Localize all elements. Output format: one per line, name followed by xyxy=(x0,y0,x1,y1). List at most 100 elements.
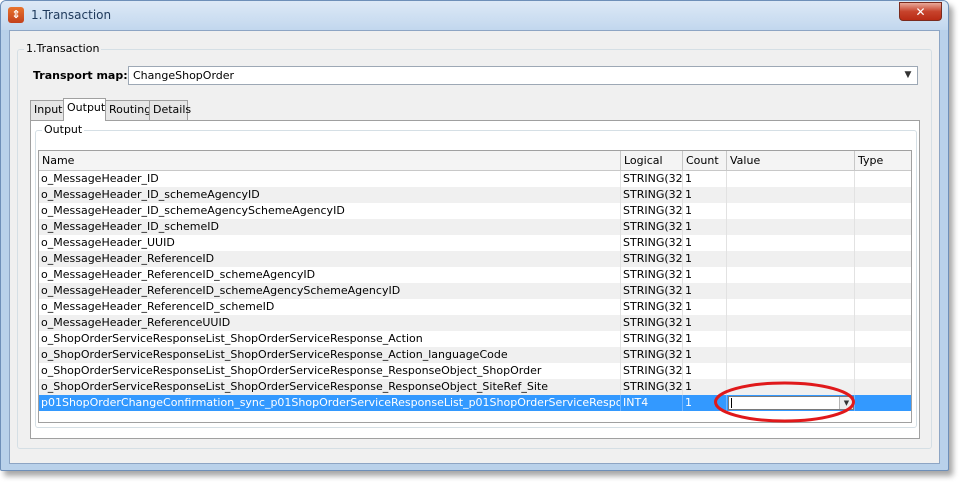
cell-type xyxy=(855,331,911,347)
table-row[interactable]: o_MessageHeader_ID_schemeAgencySchemeAge… xyxy=(39,203,911,219)
output-group-title: Output xyxy=(42,123,85,136)
cell-logical: STRING(32) xyxy=(623,363,683,379)
cell-name: o_MessageHeader_ReferenceID xyxy=(39,251,621,267)
output-grid[interactable]: Name Logical Count Value Type o_MessageH… xyxy=(38,150,912,423)
cell-value[interactable] xyxy=(727,251,855,267)
cell-type xyxy=(855,283,911,299)
column-header-logical[interactable]: Logical xyxy=(621,151,683,170)
table-row[interactable]: o_MessageHeader_ID_schemeAgencyID STRING(… xyxy=(39,187,911,203)
cell-value[interactable] xyxy=(727,315,855,331)
cell-count: 1 xyxy=(683,187,727,203)
cell-value[interactable] xyxy=(727,219,855,235)
cell-value[interactable] xyxy=(727,283,855,299)
cell-type xyxy=(855,315,911,331)
table-row[interactable]: o_MessageHeader_ReferenceID_schemeAgency… xyxy=(39,283,911,299)
cell-type xyxy=(855,395,911,411)
cell-value[interactable] xyxy=(727,299,855,315)
cell-value[interactable] xyxy=(727,363,855,379)
table-row[interactable]: p01ShopOrderChangeConfirmation_sync_p01S… xyxy=(39,395,911,411)
table-row[interactable]: o_MessageHeader_ID_schemeID STRING(32) 1 xyxy=(39,219,911,235)
cell-type xyxy=(855,379,911,395)
cell-value[interactable] xyxy=(727,171,855,187)
table-row[interactable]: o_MessageHeader_ReferenceID_schemeAgency… xyxy=(39,267,911,283)
close-button[interactable]: ✕ xyxy=(899,2,942,21)
cell-count: 1 xyxy=(683,331,727,347)
up-down-arrows-icon: ⇕ xyxy=(8,7,24,23)
cell-type xyxy=(855,203,911,219)
cell-logical: INT4 xyxy=(621,395,683,411)
cell-name: o_ShopOrderServiceResponseList_ShopOrder… xyxy=(39,363,621,379)
cell-count: 1 xyxy=(683,315,727,331)
transport-map-value: ChangeShopOrder xyxy=(133,69,235,82)
transport-map-label: Transport map: xyxy=(33,69,128,82)
chevron-down-icon[interactable]: ▼ xyxy=(839,397,853,409)
column-header-value[interactable]: Value xyxy=(727,151,855,170)
cell-type xyxy=(855,171,911,187)
cell-value[interactable] xyxy=(727,331,855,347)
title-bar[interactable]: ⇕ 1.Transaction ✕ xyxy=(1,1,948,30)
cell-value[interactable] xyxy=(727,187,855,203)
table-row[interactable]: o_ShopOrderServiceResponseList_ShopOrder… xyxy=(39,331,911,347)
cell-logical: STRING(32) xyxy=(623,187,683,203)
table-row[interactable]: o_MessageHeader_ReferenceID STRING(32) 1 xyxy=(39,251,911,267)
cell-logical: STRING(32) xyxy=(623,347,683,363)
cell-logical: STRING(32) xyxy=(623,235,683,251)
tab-output[interactable]: Output xyxy=(63,98,106,121)
table-row[interactable]: o_ShopOrderServiceResponseList_ShopOrder… xyxy=(39,379,911,395)
cell-value[interactable] xyxy=(727,267,855,283)
cell-type xyxy=(855,363,911,379)
cell-name: o_MessageHeader_ReferenceID_schemeAgency… xyxy=(39,283,621,299)
table-row[interactable]: o_MessageHeader_UUID STRING(32) 1 xyxy=(39,235,911,251)
cell-type xyxy=(855,187,911,203)
cell-count: 1 xyxy=(683,283,727,299)
window-client-area: 1.Transaction Transport map: ChangeShopO… xyxy=(9,30,940,464)
cell-type xyxy=(855,219,911,235)
cell-name: o_ShopOrderServiceResponseList_ShopOrder… xyxy=(39,331,621,347)
table-row[interactable]: o_ShopOrderServiceResponseList_ShopOrder… xyxy=(39,363,911,379)
tab-input[interactable]: Input xyxy=(30,100,64,120)
cell-logical: STRING(32) xyxy=(623,267,683,283)
table-row[interactable]: o_MessageHeader_ReferenceID_schemeID STRI… xyxy=(39,299,911,315)
table-row[interactable]: o_ShopOrderServiceResponseList_ShopOrder… xyxy=(39,347,911,363)
tab-details[interactable]: Details xyxy=(149,100,191,120)
column-header-type[interactable]: Type xyxy=(855,151,911,170)
cell-name: o_MessageHeader_UUID xyxy=(39,235,621,251)
chevron-down-icon[interactable]: ▼ xyxy=(901,69,915,82)
column-header-name[interactable]: Name xyxy=(39,151,621,170)
cell-count: 1 xyxy=(683,251,727,267)
cell-logical: STRING(32) xyxy=(623,379,683,395)
cell-value[interactable] xyxy=(727,203,855,219)
cell-count: 1 xyxy=(683,347,727,363)
cell-value[interactable] xyxy=(727,347,855,363)
transaction-group-title: 1.Transaction xyxy=(24,42,102,55)
cell-logical: STRING(32) xyxy=(623,251,683,267)
cell-name: p01ShopOrderChangeConfirmation_sync_p01S… xyxy=(39,395,621,411)
tab-routing[interactable]: Routing xyxy=(105,100,151,120)
cell-type xyxy=(855,347,911,363)
cell-count: 1 xyxy=(683,171,727,187)
table-row[interactable]: o_MessageHeader_ID STRING(32) 1 xyxy=(39,171,911,187)
cell-count: 1 xyxy=(683,219,727,235)
cell-count: 1 xyxy=(683,267,727,283)
cell-logical: STRING(32) xyxy=(623,203,683,219)
output-tab-panel: Output Name Logical Count Value Type o_M… xyxy=(30,120,920,439)
cell-name: o_MessageHeader_ID_schemeID xyxy=(39,219,621,235)
cell-value[interactable] xyxy=(727,379,855,395)
cell-count: 1 xyxy=(683,395,727,411)
cell-name: o_MessageHeader_ReferenceID_schemeAgency… xyxy=(39,267,621,283)
column-header-count[interactable]: Count xyxy=(683,151,727,170)
cell-type xyxy=(855,267,911,283)
cell-name: o_MessageHeader_ID_schemeAgencyID xyxy=(39,187,621,203)
cell-count: 1 xyxy=(683,299,727,315)
cell-name: o_MessageHeader_ReferenceUUID xyxy=(39,315,621,331)
transport-map-select[interactable]: ChangeShopOrder ▼ xyxy=(128,66,918,85)
cell-count: 1 xyxy=(683,203,727,219)
table-row[interactable]: o_MessageHeader_ReferenceUUID STRING(32) 1 xyxy=(39,315,911,331)
value-editor-combo[interactable]: ▼ xyxy=(728,396,854,410)
cell-type xyxy=(855,235,911,251)
cell-count: 1 xyxy=(683,379,727,395)
cell-logical: STRING(32) xyxy=(623,299,683,315)
cell-count: 1 xyxy=(683,235,727,251)
cell-value[interactable] xyxy=(727,235,855,251)
grid-header: Name Logical Count Value Type xyxy=(39,151,911,171)
